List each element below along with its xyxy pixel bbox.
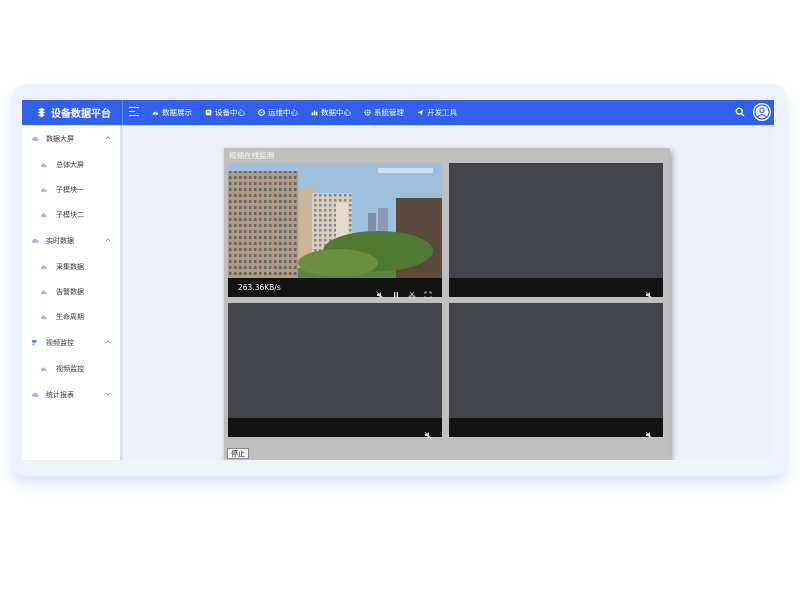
sidebar-item-label: 告警数据: [56, 288, 84, 296]
mute-icon[interactable]: [645, 284, 653, 299]
sidebar-group-label: 视频监控: [46, 339, 74, 347]
camera-icon: [31, 340, 37, 346]
sidebar-item-submodule-one[interactable]: 子模块一: [22, 181, 120, 199]
cloud-icon: [40, 265, 47, 270]
video-control-bar: [449, 278, 663, 299]
mute-icon[interactable]: [424, 424, 432, 439]
fullscreen-icon[interactable]: [424, 284, 432, 299]
sidebar-item-label: 子模块二: [56, 211, 84, 219]
sidebar-group-realtime-data[interactable]: 实时数据: [22, 231, 120, 251]
video-player-1[interactable]: 263.36KB/s: [228, 163, 442, 299]
nav-label: 数据展示: [162, 108, 192, 117]
send-icon: [417, 109, 424, 116]
mute-icon[interactable]: [376, 284, 384, 299]
city-scene-graphic: [228, 163, 442, 278]
sidebar-item-alarm-data[interactable]: 告警数据: [22, 283, 120, 301]
sidebar-group-data-screen[interactable]: 数据大屏: [22, 129, 120, 149]
nav-label: 运维中心: [268, 108, 298, 117]
sidebar-group-video-monitor[interactable]: 视频监控: [22, 333, 120, 353]
sidebar-item-overall-screen[interactable]: 总体大屏: [22, 156, 120, 174]
nav-item-operations-center[interactable]: 运维中心: [258, 107, 298, 118]
menu-toggle-icon[interactable]: [129, 107, 139, 118]
video-control-bar: [228, 418, 442, 439]
nav-label: 数据中心: [321, 108, 351, 117]
nav-item-system-management[interactable]: 系统管理: [364, 107, 404, 118]
sidebar: 数据大屏 总体大屏 子模块一 子模块二 实时数据 采集数据 告警数据 生命周期 …: [22, 125, 121, 460]
app-title: 设备数据平台: [51, 109, 111, 120]
cloud-icon: [40, 290, 47, 295]
video-monitor-panel: 视频在线监测 263.36KB/s 停止: [224, 148, 670, 460]
video-player-4[interactable]: [449, 303, 663, 439]
cloud-icon: [32, 136, 39, 141]
top-bar: 设备数据平台 数据展示 设备中心 运维中心 数据中心 系统管理 开发工具: [22, 100, 774, 125]
sidebar-item-label: 视频监控: [56, 365, 84, 373]
video-player-3[interactable]: [228, 303, 442, 439]
topbar-divider: [122, 100, 123, 125]
dashboard-icon: [152, 109, 159, 116]
mute-icon[interactable]: [645, 424, 653, 439]
user-avatar[interactable]: [753, 103, 771, 121]
sidebar-item-label: 采集数据: [56, 263, 84, 271]
camera-feed-image: [228, 163, 442, 278]
user-icon: [754, 104, 770, 120]
stop-button[interactable]: 停止: [227, 448, 249, 459]
nav-label: 设备中心: [215, 108, 245, 117]
nav-item-data-display[interactable]: 数据展示: [152, 107, 192, 118]
top-nav: 数据展示 设备中心 运维中心 数据中心 系统管理 开发工具: [152, 100, 470, 125]
operations-icon: [258, 109, 265, 116]
sidebar-group-label: 实时数据: [46, 237, 74, 245]
bar-chart-icon: [311, 109, 318, 116]
nav-item-device-center[interactable]: 设备中心: [205, 107, 245, 118]
video-control-bar: 263.36KB/s: [228, 278, 442, 299]
sidebar-group-label: 数据大屏: [46, 135, 74, 143]
sidebar-item-label: 生命周期: [56, 313, 84, 321]
chevron-up-icon: [105, 136, 111, 140]
nav-item-data-center[interactable]: 数据中心: [311, 107, 351, 118]
app-logo[interactable]: 设备数据平台: [36, 100, 111, 125]
sidebar-group-statistics-report[interactable]: 统计报表: [22, 385, 120, 405]
cloud-icon: [32, 238, 39, 243]
cloud-icon: [40, 213, 47, 218]
nav-item-dev-tools[interactable]: 开发工具: [417, 107, 457, 118]
cloud-icon: [40, 163, 47, 168]
sidebar-item-collected-data[interactable]: 采集数据: [22, 258, 120, 276]
panel-title: 视频在线监测: [229, 151, 274, 160]
app-window: 设备数据平台 数据展示 设备中心 运维中心 数据中心 系统管理 开发工具 数据大…: [22, 100, 774, 460]
chevron-up-icon: [105, 238, 111, 242]
sidebar-group-label: 统计报表: [46, 391, 74, 399]
stream-speed: 263.36KB/s: [238, 283, 281, 292]
video-player-2[interactable]: [449, 163, 663, 299]
chevron-up-icon: [105, 340, 111, 344]
sidebar-item-label: 总体大屏: [56, 161, 84, 169]
sidebar-item-label: 子模块一: [56, 186, 84, 194]
sidebar-item-lifecycle[interactable]: 生命周期: [22, 308, 120, 326]
nav-label: 开发工具: [427, 108, 457, 117]
logo-icon: [37, 107, 46, 118]
search-icon[interactable]: [735, 107, 745, 117]
sidebar-item-video-monitor[interactable]: 视频监控: [22, 360, 120, 378]
pause-icon[interactable]: [392, 284, 400, 298]
cloud-icon: [40, 188, 47, 193]
sidebar-item-submodule-two[interactable]: 子模块二: [22, 206, 120, 224]
video-control-bar: [449, 418, 663, 439]
sidebar-shadow: [121, 125, 123, 460]
cloud-icon: [40, 367, 47, 372]
chevron-down-icon: [105, 392, 111, 396]
nav-label: 系统管理: [374, 108, 404, 117]
scissors-icon[interactable]: [408, 284, 416, 299]
cloud-icon: [32, 392, 39, 397]
gear-icon: [364, 109, 371, 116]
device-icon: [205, 109, 212, 116]
cloud-icon: [40, 315, 47, 320]
